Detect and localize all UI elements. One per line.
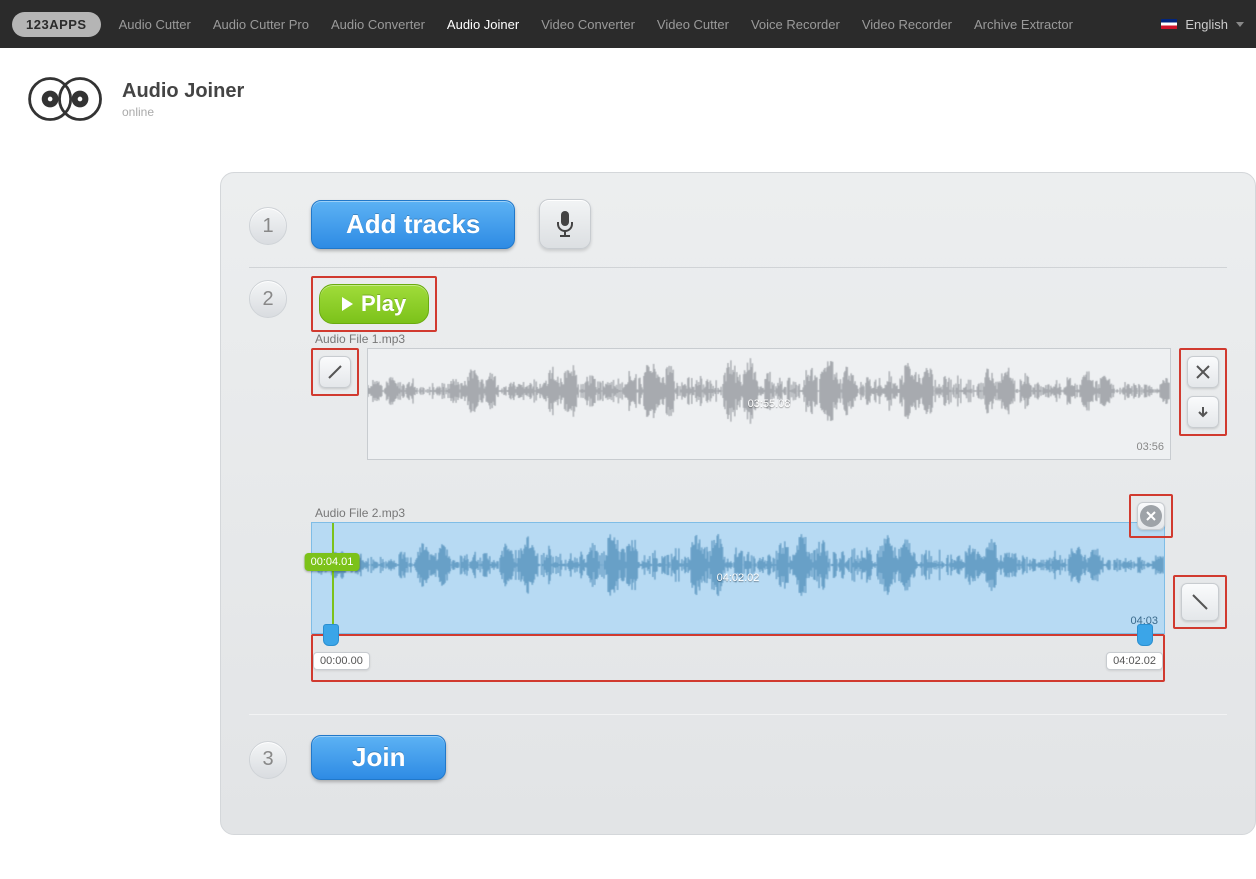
step-1: 1 Add tracks [249,191,1227,268]
nav-item-audio-cutter-pro[interactable]: Audio Cutter Pro [213,17,309,32]
nav-item-video-converter[interactable]: Video Converter [541,17,635,32]
close-icon [1145,510,1157,522]
top-navbar: 123APPS Audio CutterAudio Cutter ProAudi… [0,0,1256,48]
nav-item-audio-joiner[interactable]: Audio Joiner [447,17,519,32]
remove-track-button[interactable] [1137,502,1165,530]
step-number-3: 3 [249,741,287,779]
nav-item-audio-cutter[interactable]: Audio Cutter [119,17,191,32]
trim-start-handle[interactable] [323,624,339,646]
app-logo-icon [24,74,108,124]
main-panel: 1 Add tracks 2 Play Audio File 1.mp3 [220,172,1256,835]
add-tracks-button[interactable]: Add tracks [311,200,515,249]
nav-item-video-cutter[interactable]: Video Cutter [657,17,729,32]
trim-end-handle[interactable] [1137,624,1153,646]
highlight-fade-out [1173,575,1227,629]
crossfade-button[interactable] [1187,356,1219,388]
trim-start-label: 00:00.00 [313,652,370,670]
brand-logo[interactable]: 123APPS [12,12,101,37]
highlight-play: Play [311,276,437,332]
nav-item-archive-extractor[interactable]: Archive Extractor [974,17,1073,32]
track-1-total: 03:56 [1136,441,1164,453]
play-button[interactable]: Play [319,284,429,324]
fade-out-button[interactable] [1181,583,1219,621]
microphone-icon [555,210,575,238]
track-1-waveform[interactable]: 03:55.08 03:56 [367,348,1171,460]
flag-icon [1161,19,1177,29]
chevron-down-icon [1236,22,1244,27]
trim-end-label: 04:02.02 [1106,652,1163,670]
app-header: Audio Joiner online [0,48,1256,134]
track-2-duration-center: 04:02.02 [717,572,760,584]
language-selector[interactable]: English [1161,17,1244,32]
track-1: Audio File 1.mp3 03:55.08 03:56 [311,332,1227,460]
fade-in-icon [327,364,343,380]
highlight-track1-side [1179,348,1227,436]
close-icon-bg [1140,505,1162,527]
page-subtitle: online [122,105,244,119]
fade-in-button[interactable] [319,356,351,388]
page-title: Audio Joiner [122,80,244,103]
nav-item-voice-recorder[interactable]: Voice Recorder [751,17,840,32]
highlight-fade-in [311,348,359,396]
highlight-remove [1129,494,1173,538]
track-2: Audio File 2.mp3 00:04.01 [311,506,1227,682]
fade-out-icon [1190,592,1210,612]
step-2: 2 Play Audio File 1.mp3 [249,268,1227,714]
language-label: English [1185,17,1228,32]
join-button[interactable]: Join [311,735,446,780]
track-2-waveform[interactable]: 00:04.01 04:02.02 04:03 [311,522,1165,634]
track-1-duration-center: 03:55.08 [748,398,791,410]
nav-item-video-recorder[interactable]: Video Recorder [862,17,952,32]
track-1-filename: Audio File 1.mp3 [315,332,1227,346]
play-label: Play [361,291,406,317]
step-3: 3 Join [249,714,1227,804]
step-number-1: 1 [249,207,287,245]
track-2-filename: Audio File 2.mp3 [315,506,1227,520]
crossfade-icon [1195,364,1211,380]
main-nav: Audio Cutter Audio Cutter Pro Audio Conver… [119,17,1162,32]
nav-item-audio-converter[interactable]: Audio Converter [331,17,425,32]
trim-slider[interactable]: 00:00.00 04:02.02 [317,638,1159,676]
step-number-2: 2 [249,280,287,318]
arrow-down-icon [1196,405,1210,419]
move-down-button[interactable] [1187,396,1219,428]
playhead-time: 00:04.01 [305,553,360,571]
record-mic-button[interactable] [539,199,591,249]
highlight-slider: 00:00.00 04:02.02 [311,634,1165,682]
playhead-line[interactable] [332,523,334,633]
play-icon [342,297,353,311]
